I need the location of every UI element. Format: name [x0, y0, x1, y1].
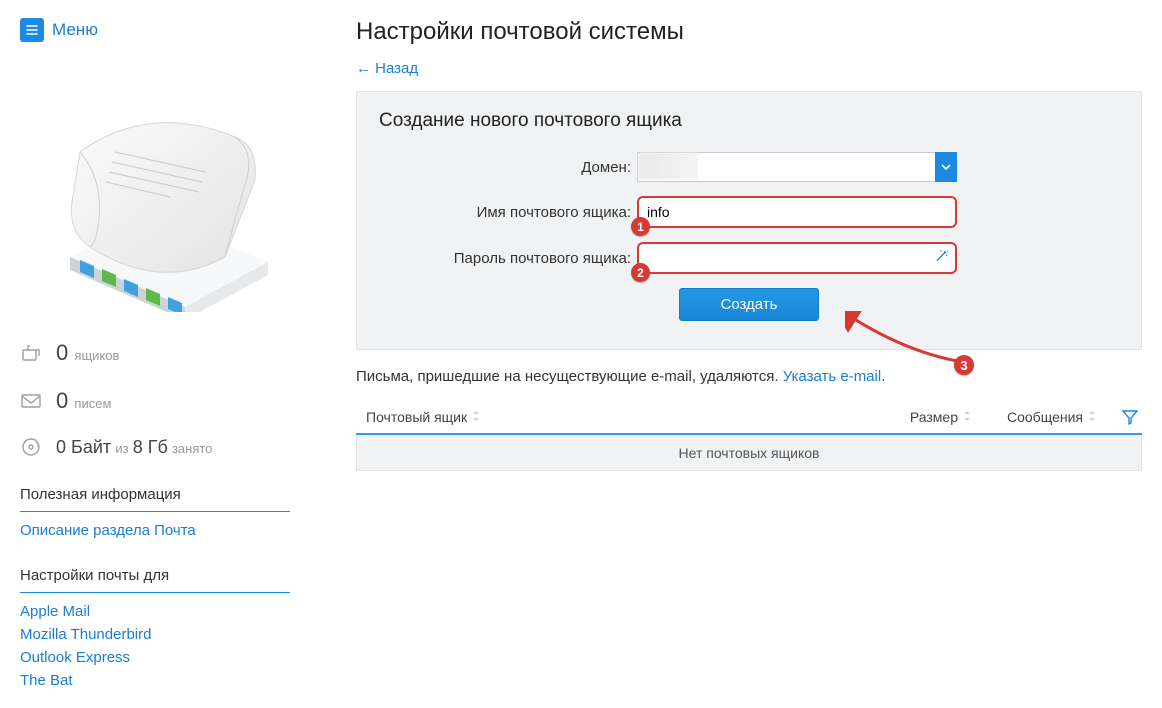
quota-used: 0 Байт: [56, 437, 111, 457]
disk-icon: [20, 436, 42, 458]
row-mailbox-name: Имя почтового ящика: 1: [379, 196, 1119, 228]
mailbox-password-label: Пароль почтового ящика:: [379, 250, 637, 267]
section-useful-info: Полезная информация: [20, 486, 290, 512]
create-button[interactable]: Создать: [679, 288, 818, 321]
messages-count: 0: [56, 388, 68, 413]
generate-password-icon[interactable]: [934, 249, 949, 268]
menu-label: Меню: [52, 20, 98, 40]
table-header: Почтовый ящик Размер Сообщения: [356, 401, 1142, 435]
link-mail-description[interactable]: Описание раздела Почта: [20, 522, 196, 539]
stat-messages: 0 писем: [20, 388, 308, 414]
main-content: Настройки почтовой системы ← Назад Созда…: [308, 0, 1162, 689]
filter-icon[interactable]: [1122, 409, 1138, 428]
note-text: Письма, пришедшие на несуществующие e-ma…: [356, 368, 783, 385]
mailbox-name-input[interactable]: [637, 196, 957, 228]
mailboxes-table: Почтовый ящик Размер Сообщения Нет почто…: [356, 401, 1142, 471]
sidebar: Меню: [0, 0, 308, 689]
envelope-icon: [20, 390, 42, 412]
sort-icon: [962, 409, 972, 425]
mailboxes-label: ящиков: [74, 348, 119, 363]
callout-badge-2: 2: [631, 263, 650, 282]
col-size[interactable]: Размер: [852, 409, 972, 425]
sort-icon: [1087, 409, 1097, 425]
panel-title: Создание нового почтового ящика: [379, 110, 1119, 132]
page-title: Настройки почтовой системы: [356, 18, 1142, 46]
back-link[interactable]: ← Назад: [356, 60, 418, 77]
stat-mailboxes: 0 ящиков: [20, 340, 308, 366]
quota-of: из: [115, 441, 128, 456]
mail-illustration: [20, 82, 280, 312]
callout-badge-1: 1: [631, 217, 650, 236]
menu-button[interactable]: Меню: [20, 18, 98, 42]
row-domain: Домен: .ru: [379, 152, 1119, 182]
sidebar-stats: 0 ящиков 0 писем 0 Байт из 8 Гб занято: [20, 340, 308, 458]
mailbox-name-label: Имя почтового ящика:: [379, 204, 637, 221]
section-mail-clients: Настройки почты для: [20, 567, 290, 593]
col-messages[interactable]: Сообщения: [972, 409, 1132, 425]
table-empty-row: Нет почтовых ящиков: [356, 435, 1142, 471]
quota-total: 8 Гб: [133, 437, 168, 457]
hamburger-icon: [20, 18, 44, 42]
note-dot: .: [881, 368, 885, 385]
mailboxes-count: 0: [56, 340, 68, 365]
link-outlook-express[interactable]: Outlook Express: [20, 649, 130, 666]
col-mailbox[interactable]: Почтовый ящик: [366, 409, 852, 425]
quota-used-label: занято: [172, 441, 212, 456]
link-thunderbird[interactable]: Mozilla Thunderbird: [20, 626, 151, 643]
domain-label: Домен:: [379, 159, 637, 176]
messages-label: писем: [74, 396, 111, 411]
row-mailbox-password: Пароль почтового ящика: 2: [379, 242, 1119, 274]
link-the-bat[interactable]: The Bat: [20, 672, 73, 689]
deleted-mail-note: Письма, пришедшие на несуществующие e-ma…: [356, 368, 1142, 385]
create-mailbox-panel: Создание нового почтового ящика Домен: .…: [356, 91, 1142, 350]
link-apple-mail[interactable]: Apple Mail: [20, 603, 90, 620]
client-links: Apple Mail Mozilla Thunderbird Outlook E…: [20, 603, 308, 689]
stat-quota: 0 Байт из 8 Гб занято: [20, 436, 308, 458]
mailbox-icon: [20, 342, 42, 364]
domain-select[interactable]: .ru: [637, 152, 957, 182]
sort-icon: [471, 409, 481, 425]
mailbox-password-input[interactable]: [637, 242, 957, 274]
specify-email-link[interactable]: Указать e-mail: [783, 368, 882, 385]
